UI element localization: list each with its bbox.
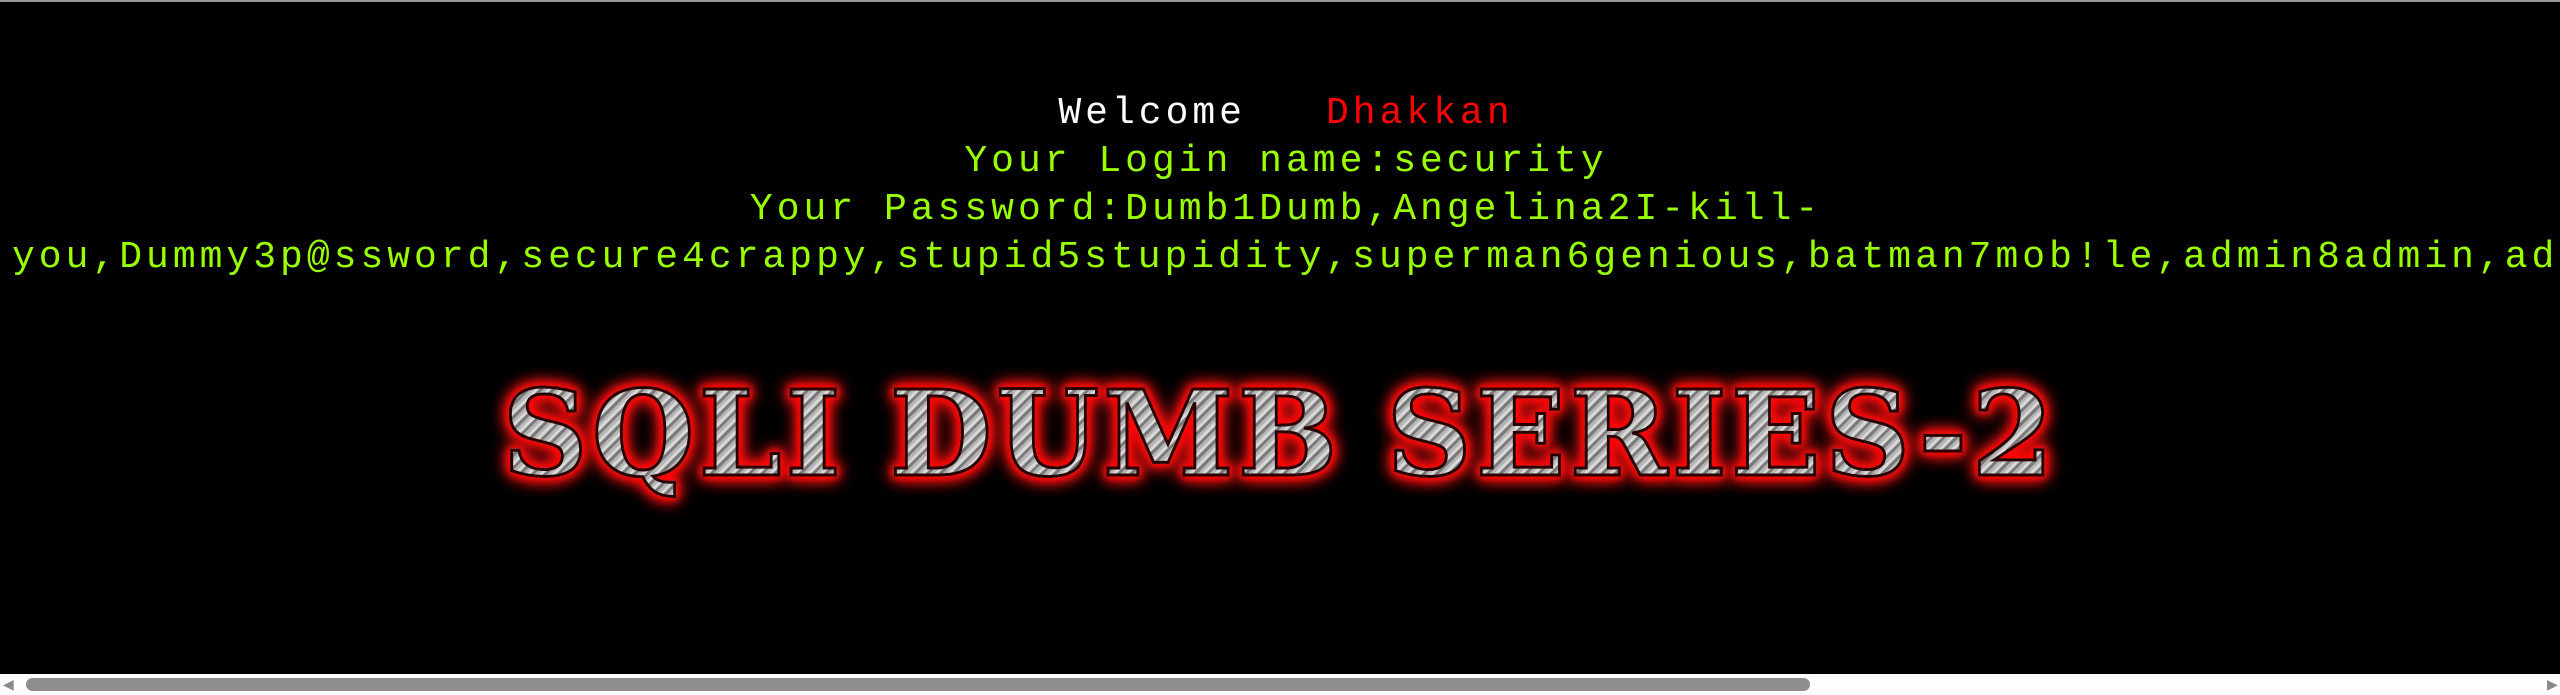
- page-content: Welcome Dhakkan Your Login name:security …: [0, 0, 2560, 674]
- scrollbar-thumb[interactable]: [26, 678, 1810, 691]
- scroll-right-icon[interactable]: ▶: [2547, 678, 2558, 692]
- username: Dhakkan: [1326, 92, 1514, 135]
- horizontal-scrollbar[interactable]: ◀ ▶: [0, 674, 2560, 695]
- scroll-left-icon[interactable]: ◀: [3, 678, 14, 692]
- login-name-line: Your Login name:security: [964, 140, 1608, 183]
- login-result: Welcome Dhakkan Your Login name:security …: [12, 90, 2560, 282]
- password-line-2: you,Dummy3p@ssword,secure4crappy,stupid5…: [12, 236, 2560, 279]
- welcome-label: Welcome: [1058, 92, 1246, 135]
- series-title-banner: SQLI DUMB SERIES-2: [0, 363, 2560, 505]
- welcome-line: Welcome Dhakkan: [12, 90, 2560, 138]
- password-line-1: Your Password:Dumb1Dumb,Angelina2I-kill-: [749, 188, 1823, 231]
